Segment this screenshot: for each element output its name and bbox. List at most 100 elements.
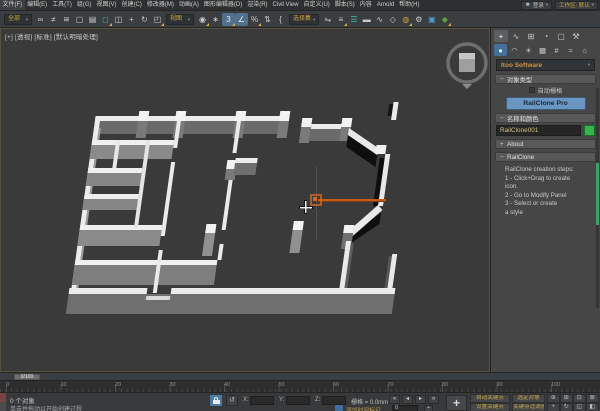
autogrid-checkbox[interactable]: 自动栅格	[491, 85, 600, 95]
set-key-button[interactable]: 设置关键点	[470, 403, 510, 411]
auto-key-button[interactable]: 自动关键点	[470, 394, 510, 403]
tab-hierarchy[interactable]: ⊞	[524, 30, 538, 42]
select-and-manipulate-icon[interactable]: ∗	[209, 13, 222, 26]
zoom-icon[interactable]: ⊕	[547, 394, 560, 403]
absolute-mode-toggle[interactable]: ↺	[226, 395, 238, 406]
signin-button[interactable]: ☻登录▾	[521, 1, 553, 10]
zoom-extents-icon[interactable]: ⊡	[573, 394, 586, 403]
zoom-all-icon[interactable]: ⊞	[560, 394, 573, 403]
add-time-tag-button[interactable]: 添加时间标记	[346, 405, 381, 411]
layer-manager-icon[interactable]: ☰	[347, 13, 360, 26]
align-icon[interactable]: ≡	[334, 13, 347, 26]
use-pivot-center-icon[interactable]: ◉	[196, 13, 209, 26]
mirror-icon[interactable]: ⇋	[321, 13, 334, 26]
z-coordinate-field[interactable]	[322, 396, 346, 405]
menu-edit[interactable]: 编辑(E)	[25, 0, 50, 10]
menu-views[interactable]: 视图(V)	[94, 0, 119, 10]
set-keys-button[interactable]: +	[446, 395, 467, 411]
railclone-pro-button[interactable]: RailClone Pro	[506, 97, 586, 110]
menu-animation[interactable]: 动画(A)	[176, 0, 201, 10]
menu-customize[interactable]: 自定义(U)	[301, 0, 332, 10]
named-selection-sets-dropdown[interactable]: 选择集	[289, 14, 319, 25]
key-mode-toggle[interactable]: +	[424, 405, 433, 411]
perspective-viewport[interactable]: [+] [透视] [标准] [默认明暗处理]	[0, 28, 490, 372]
select-and-scale-icon[interactable]: ◰	[151, 13, 164, 26]
select-and-rotate-icon[interactable]: ↻	[138, 13, 151, 26]
rollout-name-and-color[interactable]: − 名称和颜色	[495, 113, 596, 123]
viewport-canvas[interactable]	[0, 28, 490, 372]
category-systems[interactable]: ⌂	[578, 44, 591, 56]
previous-frame-button[interactable]: ◂	[402, 395, 413, 404]
x-coordinate-field[interactable]	[250, 396, 274, 405]
workspace-dropdown[interactable]: 工作区: 默认▾	[555, 1, 598, 10]
menu-tools[interactable]: 工具(T)	[50, 0, 75, 10]
select-and-move-icon[interactable]: +	[125, 13, 138, 26]
tab-modify[interactable]: ∿	[509, 30, 523, 42]
rollout-railclone[interactable]: − RailClone	[495, 152, 596, 162]
menu-modifiers[interactable]: 修改器(M)	[144, 0, 176, 10]
snaps-toggle-icon[interactable]: 3	[222, 13, 235, 26]
category-geometry[interactable]: ●	[494, 44, 507, 56]
menu-rendering[interactable]: 渲染(R)	[245, 0, 270, 10]
curve-editor-icon[interactable]: ∿	[373, 13, 386, 26]
category-cameras[interactable]: ▦	[536, 44, 549, 56]
object-color-swatch[interactable]	[584, 125, 595, 136]
zoom-region-icon[interactable]: ◱	[573, 403, 586, 411]
track-bar[interactable]: 0102030405060708090100	[0, 380, 600, 392]
menu-content[interactable]: 内容	[357, 0, 374, 10]
menu-civil-view[interactable]: Civil View	[270, 0, 301, 10]
maximize-viewport-icon[interactable]: ◧	[586, 403, 599, 411]
object-name-field[interactable]: RailClone001	[496, 125, 581, 136]
play-button[interactable]: ▸	[415, 395, 426, 404]
select-and-link-icon[interactable]: ∞	[34, 13, 47, 26]
viewport-label[interactable]: [+] [透视] [标准] [默认明暗处理]	[5, 31, 98, 41]
menu-create[interactable]: 创建(C)	[119, 0, 144, 10]
maxscript-mini-listener[interactable]	[0, 393, 6, 411]
tab-display[interactable]: ▢	[554, 30, 568, 42]
spinner-snap-icon[interactable]: ⇅	[261, 13, 274, 26]
angle-snap-icon[interactable]: ∠	[235, 13, 248, 26]
category-dropdown[interactable]: Itoo Software▾	[496, 59, 595, 71]
mini-listener-script-strip[interactable]	[0, 402, 6, 411]
orbit-icon[interactable]: ↻	[560, 403, 573, 411]
window-crossing-toggle-icon[interactable]: ◫	[112, 13, 125, 26]
schematic-view-icon[interactable]: ◇	[386, 13, 399, 26]
category-helpers[interactable]: #	[550, 44, 563, 56]
current-frame-field[interactable]: 0	[392, 405, 418, 411]
panel-scrollbar-thumb[interactable]	[596, 163, 599, 225]
viewcube[interactable]	[448, 44, 486, 89]
material-editor-icon[interactable]: ◍	[399, 13, 412, 26]
key-filters-button[interactable]: 关键点过滤器..	[512, 403, 545, 411]
time-slider[interactable]: 0/100	[0, 372, 600, 380]
menu-graph-editors[interactable]: 图形编辑器(D)	[201, 0, 244, 10]
ribbon-toggle-icon[interactable]: ▬	[360, 13, 373, 26]
tab-create[interactable]: +	[494, 30, 508, 42]
rollout-object-type[interactable]: − 对象类型	[495, 74, 596, 84]
panel-scrollbar[interactable]	[596, 88, 599, 308]
percent-snap-icon[interactable]: %	[248, 13, 261, 26]
mini-listener-macro-strip[interactable]	[0, 393, 6, 402]
edit-named-selections-icon[interactable]: {	[274, 13, 287, 26]
bind-to-space-warp-icon[interactable]: ≋	[60, 13, 73, 26]
rendered-frame-window-icon[interactable]: ▣	[425, 13, 438, 26]
category-lights[interactable]: ☀	[522, 44, 535, 56]
wall-plan-model[interactable]	[66, 102, 422, 314]
menu-help[interactable]: 帮助(H)	[397, 0, 422, 10]
select-object-icon[interactable]: ▢	[73, 13, 86, 26]
go-to-start-button[interactable]: «	[389, 395, 400, 404]
key-selected-dropdown[interactable]: 选定对象	[512, 394, 545, 403]
pan-icon[interactable]: +	[547, 403, 560, 411]
render-production-icon[interactable]: ◆	[438, 13, 451, 26]
unlink-selection-icon[interactable]: ≠	[47, 13, 60, 26]
render-setup-icon[interactable]: ⚙	[412, 13, 425, 26]
menu-scripting[interactable]: 脚本(S)	[332, 0, 357, 10]
rollout-about[interactable]: + About	[495, 139, 596, 149]
reference-coordinate-dropdown[interactable]: 视图	[166, 14, 194, 25]
select-by-name-icon[interactable]: ▤	[86, 13, 99, 26]
field-of-view-icon[interactable]: ⊠	[586, 394, 599, 403]
tab-motion[interactable]: ◔	[539, 30, 553, 42]
category-space-warps[interactable]: ≈	[564, 44, 577, 56]
tab-utilities[interactable]: ⚒	[569, 30, 583, 42]
selection-lock-toggle[interactable]	[210, 395, 222, 406]
menu-arnold[interactable]: Arnold	[374, 0, 396, 10]
